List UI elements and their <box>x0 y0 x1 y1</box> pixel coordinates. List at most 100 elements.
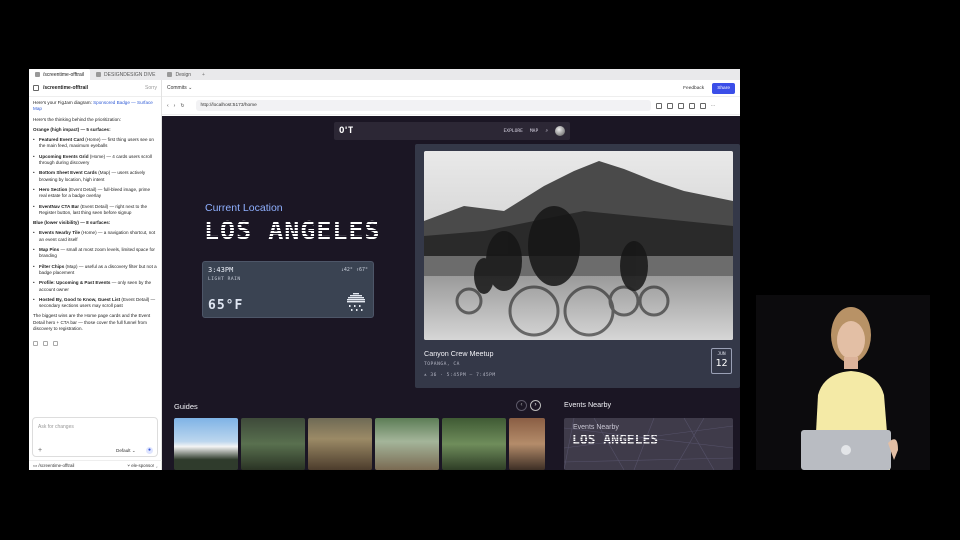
chevron-right-icon[interactable]: › <box>530 400 541 411</box>
tab-design-dive[interactable]: DESIGNDESIGN DIVE <box>90 69 161 80</box>
nearby-city: LOS ANGELES <box>572 433 659 448</box>
guide-card[interactable] <box>509 418 545 470</box>
event-month: JUN <box>717 352 726 357</box>
app-navbar: O'T EXPLORE MAP ⌕ <box>334 122 570 140</box>
chat-footer: ▭ /screentime-offtrail ⑂ ele-sponsor ⌄ <box>29 460 162 470</box>
blue-heading: Blue (lower visibility) — 8 surfaces: <box>33 220 157 226</box>
item-bold: EventNav CTA Bar <box>39 203 80 209</box>
weather-temperature: 65°F <box>208 298 244 313</box>
list-item: Hosted By, Good to Know, Guest List (Eve… <box>33 297 157 310</box>
presenter-webcam <box>756 295 930 470</box>
chat-messages: Here's your FigJam diagram: Sponsored Ba… <box>29 97 161 339</box>
list-item: Map Pins — small at most zoom levels, li… <box>33 247 157 260</box>
item-bold: Hosted By, Good to Know, Guest List <box>39 296 121 302</box>
event-photo <box>424 151 733 340</box>
model-label: Default <box>116 448 131 453</box>
list-item: Featured Event Card (Home) — first thing… <box>33 137 157 150</box>
item-bold: Bottom Sheet Event Cards <box>39 170 97 176</box>
list-item: Hero Section (Event Detail) — full-bleed… <box>33 187 157 200</box>
app-logo[interactable]: O'T <box>339 126 353 136</box>
branch-name[interactable]: ⑂ ele-sponsor ⌄ <box>127 463 158 468</box>
weather-time: 3:43PM <box>208 266 234 274</box>
tab-design[interactable]: Design <box>161 69 197 80</box>
chat-panel: /screentime-offtrail Sorry Here's your F… <box>29 80 162 470</box>
commits-dropdown[interactable]: Commits ⌄ <box>167 85 192 91</box>
guide-card[interactable] <box>241 418 305 470</box>
tab-screentime[interactable]: /screentime-offtrail <box>29 69 91 80</box>
device-icon[interactable] <box>677 102 684 109</box>
feedback-button[interactable]: Feedback <box>683 86 704 91</box>
copy-icon[interactable] <box>53 341 58 347</box>
guide-card[interactable] <box>442 418 506 470</box>
commits-label: Commits <box>167 85 187 91</box>
repo-path-label: /screentime-offtrail <box>38 462 75 468</box>
event-meta: ⩚ 36 · 5:45PM – 7:45PM <box>424 373 496 378</box>
open-external-icon[interactable] <box>699 102 706 109</box>
event-title: Canyon Crew Meetup <box>424 349 494 358</box>
screenshot-icon[interactable] <box>655 102 662 109</box>
forward-icon[interactable]: › <box>174 103 176 109</box>
screen: /screentime-offtrail DESIGNDESIGN DIVE D… <box>0 0 960 540</box>
nav-explore[interactable]: EXPLORE <box>504 129 523 134</box>
item-bold: Hero Section <box>39 186 68 192</box>
list-item: Bottom Sheet Event Cards (Map) — users a… <box>33 170 157 183</box>
weather-card[interactable]: 3:43PM LIGHT RAIN ↓42° ↑67° 65°F <box>202 261 374 318</box>
nav-links: EXPLORE MAP ⌕ <box>504 126 565 136</box>
message-actions <box>29 341 161 347</box>
new-tab-button[interactable]: + <box>197 72 210 78</box>
intro-text: Here's your FigJam diagram: <box>33 100 94 105</box>
model-select[interactable]: Default ⌄ <box>116 448 136 454</box>
composer-input[interactable]: Ask for changes <box>38 424 74 430</box>
more-icon[interactable]: ⋯ <box>711 103 716 109</box>
tab-icon <box>35 72 40 77</box>
thumbs-down-icon[interactable] <box>43 341 48 347</box>
preview-toolbar: Commits ⌄ Feedback Share <box>162 80 740 97</box>
share-button[interactable]: Share <box>712 82 735 94</box>
inspect-icon[interactable] <box>666 102 673 109</box>
event-day: 12 <box>715 358 728 369</box>
list-item: Profile: Upcoming & Past Events — only s… <box>33 280 157 293</box>
branch-label: ele-sponsor <box>131 463 155 468</box>
chat-composer[interactable]: Ask for changes + Default ⌄ ● <box>32 417 158 457</box>
repo-path[interactable]: ▭ /screentime-offtrail <box>33 463 74 469</box>
thumbs-up-icon[interactable] <box>33 341 38 347</box>
featured-event-card[interactable]: Canyon Crew Meetup TOPANGA, CA ⩚ 36 · 5:… <box>415 144 740 388</box>
search-icon[interactable]: ⌕ <box>545 129 548 134</box>
city-name: LOS ANGELES <box>204 216 381 245</box>
rain-cloud-icon <box>347 293 365 311</box>
tab-label: /screentime-offtrail <box>43 71 85 78</box>
list-item: Events Nearby Tile (Home) — a navigation… <box>33 230 157 243</box>
tab-icon <box>96 72 102 77</box>
attach-plus-icon[interactable]: + <box>38 447 42 454</box>
current-location-label: Current Location <box>205 202 283 214</box>
chevron-left-icon[interactable]: ‹ <box>516 400 527 411</box>
guides-pager: ‹ › <box>516 400 541 411</box>
orange-heading-text: Orange (high impact) — 5 surfaces: <box>33 126 111 132</box>
guide-card[interactable] <box>375 418 439 470</box>
guide-card[interactable] <box>174 418 238 470</box>
nearby-label: Events Nearby <box>573 424 619 431</box>
orange-list: Featured Event Card (Home) — first thing… <box>33 137 157 216</box>
weather-high-low: ↓42° ↑67° <box>340 267 368 273</box>
microphone-icon[interactable]: ● <box>146 447 153 454</box>
chat-title: /screentime-offtrail <box>43 85 89 91</box>
back-icon[interactable]: ‹ <box>167 103 169 109</box>
avatar[interactable] <box>555 126 565 136</box>
presenter-video <box>756 295 930 470</box>
event-location: TOPANGA, CA <box>424 362 460 367</box>
reload-icon[interactable]: ↻ <box>180 103 184 109</box>
blue-heading-text: Blue (lower visibility) — 8 surfaces: <box>33 220 111 226</box>
address-bar: ‹ › ↻ http://localhost:5173/home ⋯ <box>162 97 740 115</box>
sidebar-icon[interactable] <box>33 85 39 91</box>
app-viewport: O'T EXPLORE MAP ⌕ Current Location LOS A… <box>162 116 740 470</box>
guide-card[interactable] <box>308 418 372 470</box>
item-bold: Upcoming Events Grid <box>39 153 89 159</box>
settings-icon[interactable] <box>688 102 695 109</box>
guides-heading: Guides <box>174 402 198 411</box>
list-item: Upcoming Events Grid (Home) — 4 cards us… <box>33 154 157 167</box>
tab-bar: /screentime-offtrail DESIGNDESIGN DIVE D… <box>29 69 740 80</box>
item-bold: Featured Event Card <box>39 137 84 143</box>
nav-map[interactable]: MAP <box>530 129 538 134</box>
events-nearby-tile[interactable]: Events Nearby LOS ANGELES <box>564 418 733 470</box>
url-input[interactable]: http://localhost:5173/home <box>195 100 651 111</box>
